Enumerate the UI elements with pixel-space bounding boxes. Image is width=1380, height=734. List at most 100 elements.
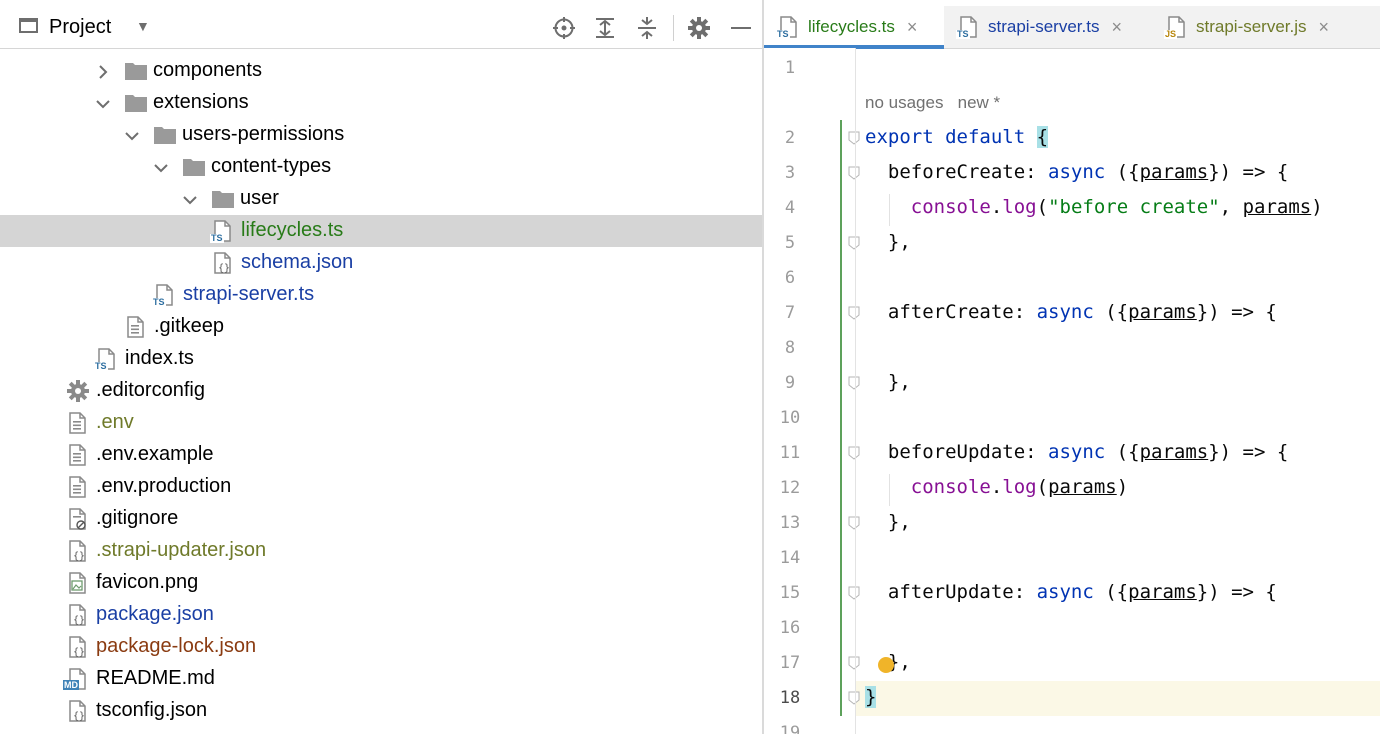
line-number: 19 — [779, 723, 801, 734]
gitignore-file-icon — [67, 508, 87, 530]
typescript-file-icon: TS — [210, 220, 232, 243]
tree-item-label: strapi-server.ts — [183, 283, 315, 305]
tree-item[interactable]: {} schema.json — [0, 247, 762, 279]
fold-marker-icon[interactable] — [848, 166, 860, 180]
tree-item[interactable]: MD README.md — [0, 663, 762, 695]
expand-all-icon[interactable] — [593, 16, 617, 40]
code-line[interactable]: } — [865, 686, 877, 708]
project-tree: components extensions users-permissions con… — [0, 55, 762, 727]
tree-item[interactable]: .gitkeep — [0, 311, 762, 343]
json-file-icon: {} — [212, 252, 232, 274]
chevron-down-icon[interactable] — [182, 191, 198, 207]
chevron-down-icon[interactable] — [124, 127, 140, 143]
editor-tabs: TS lifecycles.ts × TS strapi-server.ts × JS str… — [764, 6, 1380, 49]
editor-tab[interactable]: JS strapi-server.js × — [1152, 6, 1380, 48]
gear-icon[interactable] — [687, 16, 711, 40]
folder-icon — [124, 61, 147, 80]
tree-item[interactable]: {} .strapi-updater.json — [0, 535, 762, 567]
line-number: 4 — [784, 198, 796, 218]
code-line[interactable]: }, — [865, 511, 911, 533]
fold-marker-icon[interactable] — [848, 656, 860, 670]
fold-marker-icon[interactable] — [848, 236, 860, 250]
collapse-all-icon[interactable] — [635, 16, 659, 40]
indent-guide — [889, 194, 890, 226]
tree-item[interactable]: .gitignore — [0, 503, 762, 535]
json-file-icon: {} — [67, 604, 87, 626]
folder-icon — [153, 125, 176, 144]
editor-tab[interactable]: TS strapi-server.ts × — [944, 6, 1152, 48]
tree-item-label: user — [240, 187, 279, 209]
tab-label: lifecycles.ts — [808, 17, 895, 36]
code-line[interactable]: }, — [865, 371, 911, 393]
tree-item[interactable]: TS strapi-server.ts — [0, 279, 762, 311]
tree-item-label: favicon.png — [96, 571, 199, 593]
text-file-icon — [67, 444, 87, 466]
line-number: 12 — [779, 478, 801, 498]
fold-marker-icon[interactable] — [848, 306, 860, 320]
json-file-icon: {} — [67, 540, 87, 562]
chevron-down-icon[interactable]: ▼ — [136, 18, 150, 34]
code-line[interactable]: export default { — [865, 126, 1049, 148]
code-line[interactable]: console.log("before create", params) — [865, 196, 1323, 218]
fold-marker-icon[interactable] — [848, 586, 860, 600]
hide-panel-icon[interactable] — [729, 16, 753, 40]
code-line[interactable]: afterCreate: async ({params}) => { — [865, 301, 1277, 323]
tree-item[interactable]: components — [0, 55, 762, 87]
tree-item[interactable]: favicon.png — [0, 567, 762, 599]
code-line[interactable]: beforeUpdate: async ({params}) => { — [865, 441, 1288, 463]
tree-item[interactable]: .env — [0, 407, 762, 439]
close-icon[interactable]: × — [1111, 17, 1122, 38]
fold-marker-icon[interactable] — [848, 446, 860, 460]
inlay-hint[interactable]: no usages new * — [865, 93, 1000, 113]
tree-item-label: extensions — [153, 91, 249, 113]
code-line[interactable]: }, — [865, 231, 911, 253]
line-number: 6 — [784, 268, 796, 288]
tree-item[interactable]: users-permissions — [0, 119, 762, 151]
fold-marker-icon[interactable] — [848, 516, 860, 530]
tree-item[interactable]: TS index.ts — [0, 343, 762, 375]
svg-text:{}: {} — [73, 711, 85, 722]
tree-item[interactable]: TS lifecycles.ts — [0, 215, 762, 247]
tree-item[interactable]: .env.example — [0, 439, 762, 471]
tree-item[interactable]: {} tsconfig.json — [0, 695, 762, 727]
lightbulb-icon[interactable] — [878, 657, 894, 673]
tree-item[interactable]: .editorconfig — [0, 375, 762, 407]
typescript-file-icon: TS — [956, 16, 978, 39]
fold-marker-icon[interactable] — [848, 691, 860, 705]
chevron-down-icon[interactable] — [153, 159, 169, 175]
tree-item[interactable]: {} package.json — [0, 599, 762, 631]
tree-item-label: .env.production — [96, 475, 232, 497]
tab-label: strapi-server.ts — [988, 17, 1100, 36]
tree-item-label: .env.example — [96, 443, 214, 465]
project-title[interactable]: Project — [49, 16, 111, 39]
tree-item-label: README.md — [96, 667, 215, 689]
code-line[interactable]: beforeCreate: async ({params}) => { — [865, 161, 1288, 183]
text-file-icon — [125, 316, 145, 338]
tree-item-label: content-types — [211, 155, 332, 177]
code-line[interactable]: afterUpdate: async ({params}) => { — [865, 581, 1277, 603]
line-number: 10 — [779, 408, 801, 428]
line-number: 9 — [784, 373, 796, 393]
chevron-right-icon[interactable] — [95, 63, 111, 79]
tree-item[interactable]: user — [0, 183, 762, 215]
locate-file-icon[interactable] — [552, 16, 576, 40]
tree-item-label: index.ts — [125, 347, 194, 369]
chevron-down-icon[interactable] — [95, 95, 111, 111]
tree-item-label: users-permissions — [182, 123, 345, 145]
editor-tab[interactable]: TS lifecycles.ts × — [764, 6, 944, 49]
close-icon[interactable]: × — [1319, 17, 1330, 38]
tree-item[interactable]: .env.production — [0, 471, 762, 503]
fold-marker-icon[interactable] — [848, 376, 860, 390]
tree-item[interactable]: {} package-lock.json — [0, 631, 762, 663]
line-number: 3 — [784, 163, 796, 183]
tree-item[interactable]: content-types — [0, 151, 762, 183]
code-line[interactable]: console.log(params) — [865, 476, 1128, 498]
close-icon[interactable]: × — [907, 17, 918, 38]
line-number: 7 — [784, 303, 796, 323]
code-editor: TS lifecycles.ts × TS strapi-server.ts × JS str… — [764, 0, 1380, 734]
svg-text:{}: {} — [73, 615, 85, 626]
folder-icon — [182, 157, 205, 176]
text-file-icon — [67, 412, 87, 434]
tree-item[interactable]: extensions — [0, 87, 762, 119]
fold-marker-icon[interactable] — [848, 131, 860, 145]
